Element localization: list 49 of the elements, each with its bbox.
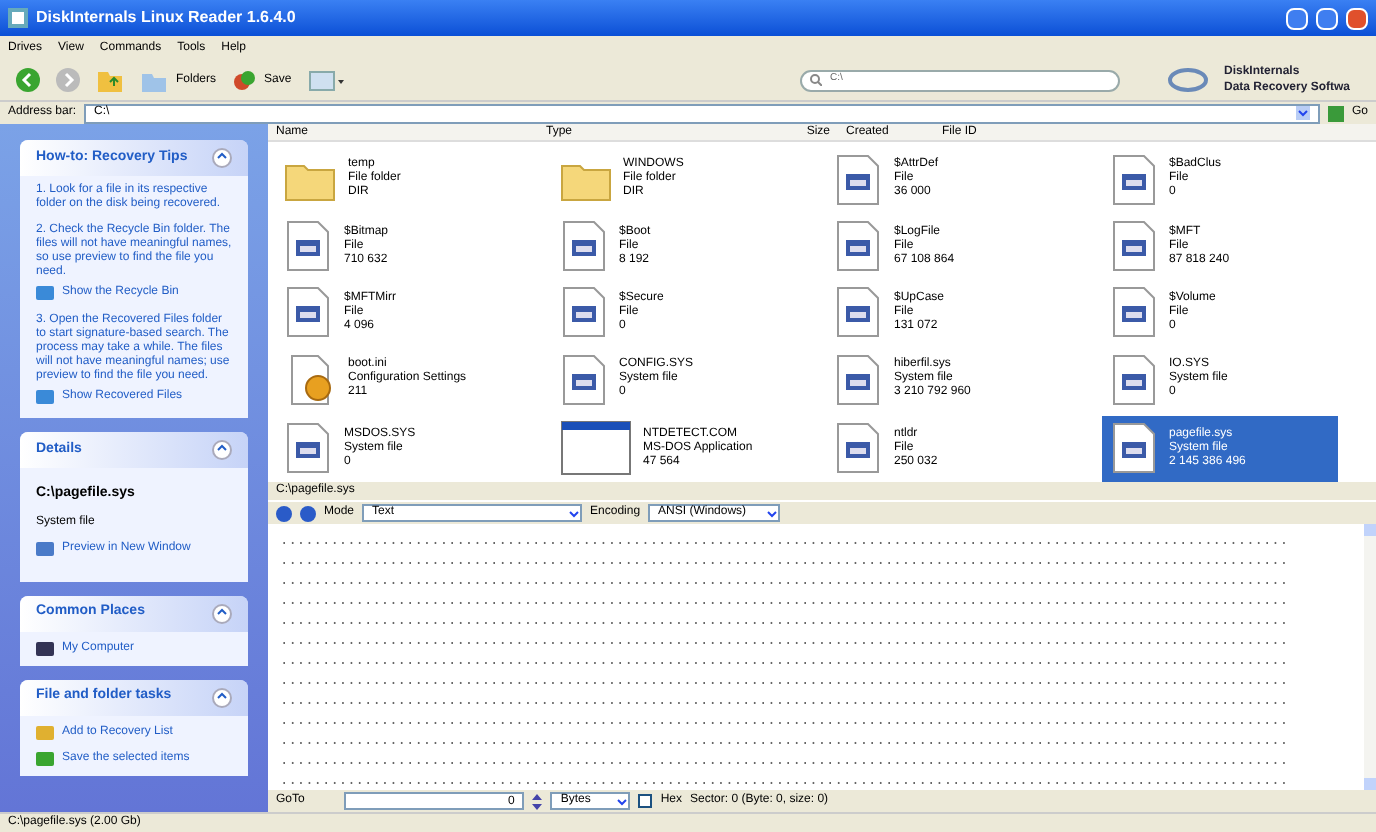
chevron-up-icon — [216, 605, 228, 618]
collapse-button[interactable] — [212, 440, 232, 460]
file-icon — [559, 286, 607, 339]
file-icon — [1109, 220, 1157, 273]
go-icon[interactable] — [1327, 105, 1344, 121]
dropdown-icon — [766, 507, 779, 519]
file-icon — [284, 286, 332, 339]
save-icon — [232, 68, 257, 92]
dropdown-icon — [616, 795, 629, 807]
minimize-button[interactable] — [1286, 7, 1308, 29]
file-icon — [1109, 353, 1157, 406]
file-icon — [1109, 286, 1157, 339]
file-icon — [834, 353, 882, 406]
task-icon — [36, 284, 54, 302]
file-icon — [284, 422, 332, 475]
file-icon — [834, 286, 882, 339]
window-title: DiskInternals Linux Reader 1.6.4.0 — [36, 6, 298, 30]
hex-checkbox[interactable] — [638, 794, 653, 808]
collapse-button[interactable] — [212, 687, 232, 707]
folder-up-icon[interactable] — [96, 68, 124, 92]
back-icon[interactable] — [16, 68, 40, 92]
close-button[interactable] — [1346, 7, 1368, 29]
app-icon — [8, 8, 28, 28]
maximize-button[interactable] — [1316, 7, 1338, 29]
file-icon — [559, 353, 607, 406]
next-icon[interactable] — [300, 505, 316, 521]
file-icon — [1109, 153, 1157, 206]
task-icon — [36, 388, 54, 406]
window-icon — [559, 420, 631, 477]
spinner-icon[interactable] — [532, 793, 543, 809]
search-icon — [810, 74, 822, 86]
chevron-up-icon — [216, 689, 228, 702]
folders-icon — [140, 69, 168, 91]
logo-icon — [1168, 66, 1208, 94]
task-icon — [36, 539, 54, 557]
dropdown-icon — [1295, 106, 1310, 120]
file-icon — [284, 220, 332, 273]
chevron-up-icon — [216, 150, 228, 163]
file-icon — [834, 422, 882, 475]
file-icon — [1109, 422, 1157, 475]
dropdown-icon — [568, 507, 581, 519]
task-icon — [36, 639, 54, 657]
collapse-button[interactable] — [212, 148, 232, 168]
collapse-button[interactable] — [212, 603, 232, 623]
chevron-up-icon — [216, 442, 228, 455]
file-icon — [559, 220, 607, 273]
file-icon — [834, 153, 882, 206]
file-icon — [834, 220, 882, 273]
previous-icon[interactable] — [276, 505, 292, 521]
